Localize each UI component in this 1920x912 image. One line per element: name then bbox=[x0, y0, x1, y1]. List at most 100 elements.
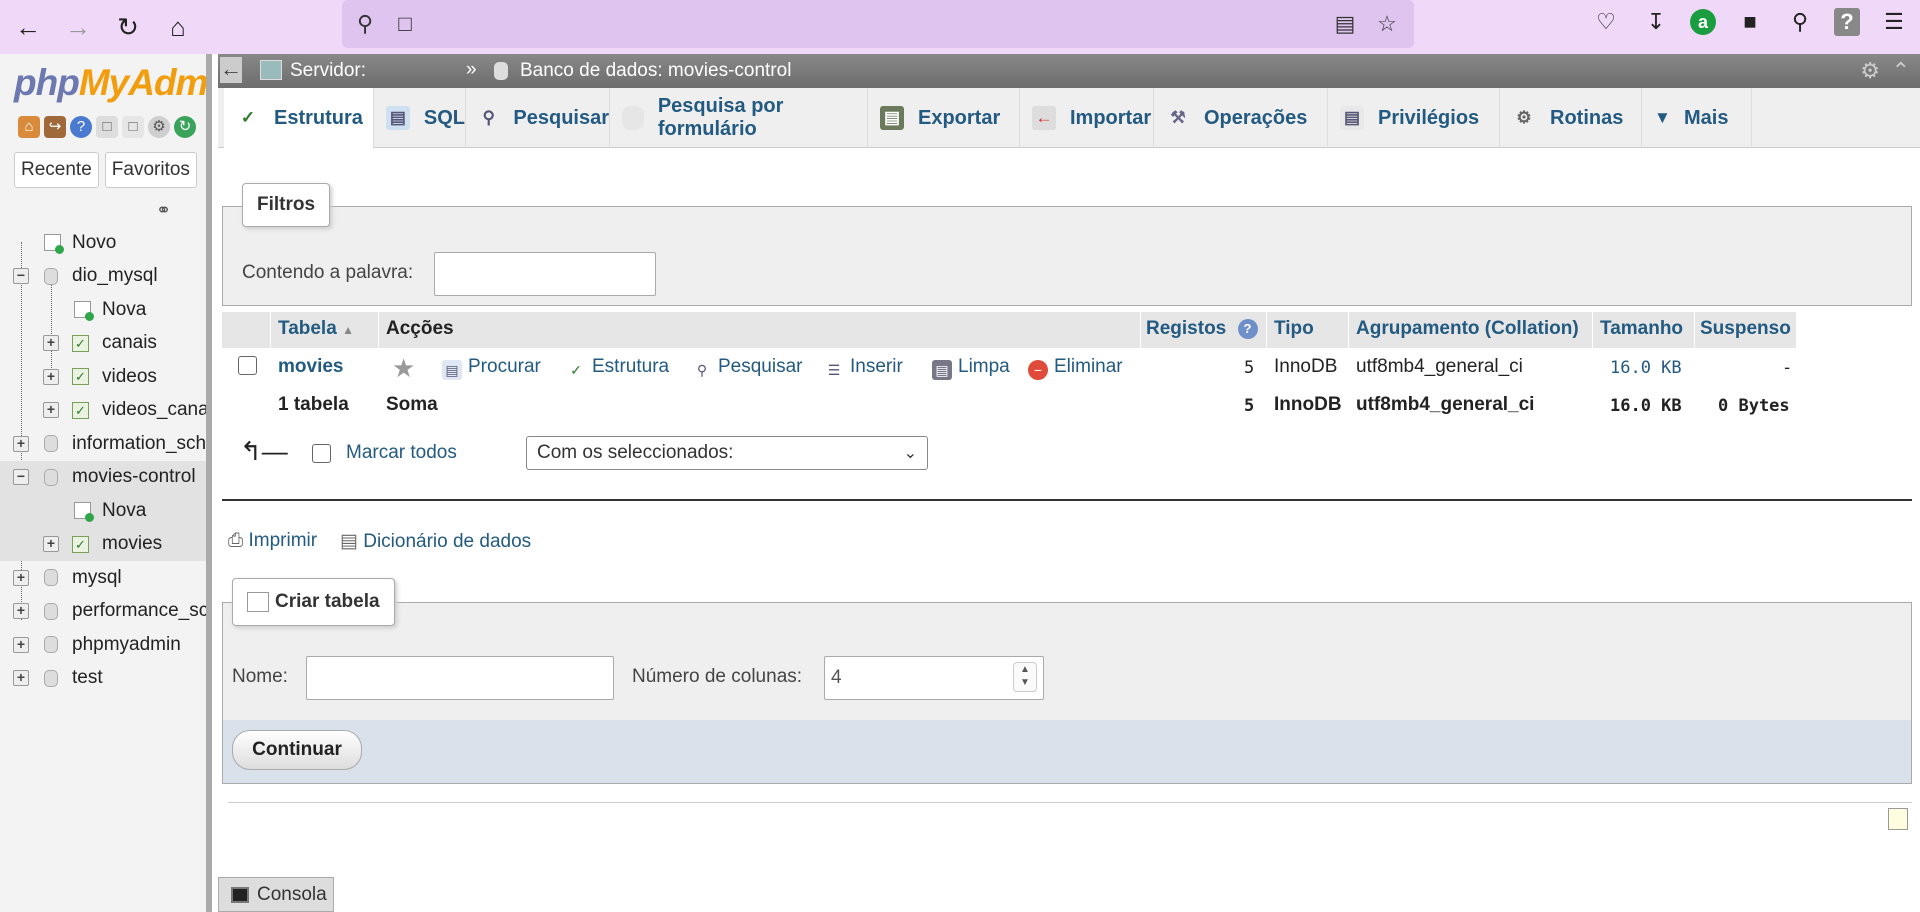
forward-icon[interactable]: → bbox=[56, 5, 100, 49]
expand-icon[interactable]: + bbox=[43, 335, 59, 352]
reload-icon[interactable]: ↻ bbox=[106, 5, 150, 49]
breadcrumb-database[interactable]: Banco de dados: movies-control bbox=[520, 60, 791, 82]
drop-link[interactable]: − Eliminar bbox=[1028, 356, 1123, 380]
shield-icon[interactable]: ⚲ bbox=[352, 11, 378, 37]
tab-mais[interactable]: ▼ Mais bbox=[1642, 88, 1752, 148]
recent-button[interactable]: Recente bbox=[14, 152, 99, 188]
tree-item-test[interactable]: + test bbox=[0, 662, 206, 696]
tree-item-videos[interactable]: + ✓ videos bbox=[0, 360, 206, 394]
expand-icon[interactable]: + bbox=[13, 636, 29, 653]
home-icon[interactable]: ⌂ bbox=[156, 5, 200, 49]
console-button[interactable]: Consola bbox=[218, 877, 334, 912]
collapse-top-icon[interactable]: ⌃ bbox=[1892, 58, 1910, 84]
tree-item-movies-control[interactable]: − movies-control bbox=[0, 460, 206, 494]
footer-tipo: InnoDB bbox=[1274, 394, 1342, 415]
database-icon bbox=[44, 669, 58, 687]
row-tamanho[interactable]: 16.0 KB bbox=[1610, 358, 1682, 378]
table-name-link[interactable]: movies bbox=[278, 356, 343, 378]
home-icon[interactable]: ⌂ bbox=[18, 116, 40, 138]
back-icon[interactable]: ← bbox=[6, 5, 50, 49]
favorite-star-icon[interactable]: ★ bbox=[392, 353, 415, 384]
download-icon[interactable]: ↧ bbox=[1640, 6, 1672, 38]
tab-exportar[interactable]: ▤ Exportar bbox=[868, 88, 1020, 148]
settings-icon[interactable]: ⚙ bbox=[148, 116, 170, 138]
extension-screen-icon[interactable]: ■ bbox=[1734, 6, 1766, 38]
extension-help-icon[interactable]: ? bbox=[1834, 8, 1860, 36]
table-name-input[interactable] bbox=[306, 656, 614, 700]
expand-icon[interactable]: + bbox=[43, 368, 59, 385]
reload-nav-icon[interactable]: ↻ bbox=[174, 116, 196, 138]
expand-icon[interactable]: + bbox=[13, 435, 29, 452]
filter-input[interactable] bbox=[434, 252, 656, 296]
header-registos[interactable]: Registos ? bbox=[1146, 312, 1258, 348]
tree-item-information-schema[interactable]: + information_sch bbox=[0, 427, 206, 461]
tree-item-dio-nova[interactable]: Nova bbox=[0, 293, 206, 327]
tab-privilegios[interactable]: ▤ Privilégios bbox=[1328, 88, 1500, 148]
tab-importar[interactable]: ← Importar bbox=[1020, 88, 1154, 148]
tree-item-dio-mysql[interactable]: − dio_mysql bbox=[0, 260, 206, 294]
favorites-button[interactable]: Favoritos bbox=[104, 152, 197, 188]
pocket-icon[interactable]: ♡ bbox=[1590, 6, 1622, 38]
expand-icon[interactable]: + bbox=[43, 402, 59, 419]
mark-all-checkbox[interactable] bbox=[312, 444, 331, 463]
tab-estrutura[interactable]: ✓ Estrutura bbox=[224, 88, 374, 149]
database-icon bbox=[44, 468, 58, 486]
tree-item-canais[interactable]: + ✓ canais bbox=[0, 327, 206, 361]
structure-link[interactable]: ✓ Estrutura bbox=[566, 356, 669, 380]
mark-all-label[interactable]: Marcar todos bbox=[346, 442, 457, 464]
tree-item-mysql[interactable]: + mysql bbox=[0, 561, 206, 595]
url-bar[interactable]: ⚲ □ ▤ ☆ bbox=[342, 0, 1414, 48]
collapse-nav-icon[interactable]: ← bbox=[220, 57, 242, 83]
columns-input[interactable]: 4 ▲ ▼ bbox=[824, 656, 1044, 700]
menu-icon[interactable]: ☰ bbox=[1878, 6, 1910, 38]
insert-link[interactable]: ☰ Inserir bbox=[824, 356, 903, 380]
expand-icon[interactable]: + bbox=[13, 603, 29, 620]
tree-item-videos-canais[interactable]: + ✓ videos_cana bbox=[0, 394, 206, 428]
row-checkbox[interactable] bbox=[238, 356, 257, 375]
help-icon[interactable]: ? bbox=[70, 116, 92, 138]
extension-a-icon[interactable]: a bbox=[1690, 9, 1716, 35]
tab-sql[interactable]: ▤ SQL bbox=[374, 88, 466, 148]
expand-icon[interactable]: + bbox=[13, 569, 29, 586]
search-link[interactable]: ⚲ Pesquisar bbox=[692, 356, 803, 380]
bookmark-star-icon[interactable]: ☆ bbox=[1374, 11, 1400, 37]
browse-link[interactable]: ▤ Procurar bbox=[442, 356, 541, 380]
continue-button[interactable]: Continuar bbox=[232, 730, 362, 770]
tab-operacoes[interactable]: ⚒ Operações bbox=[1154, 88, 1328, 148]
expand-icon[interactable]: + bbox=[43, 536, 59, 553]
header-tamanho[interactable]: Tamanho bbox=[1600, 312, 1683, 348]
collapse-icon[interactable]: − bbox=[13, 469, 29, 486]
breadcrumb-server[interactable]: Servidor: bbox=[290, 60, 366, 82]
extension-search-icon[interactable]: ⚲ bbox=[1784, 6, 1816, 38]
header-tabela[interactable]: Tabela ▲ bbox=[278, 312, 354, 348]
legend-label: Criar tabela bbox=[275, 591, 380, 612]
collapse-icon[interactable]: − bbox=[13, 268, 29, 285]
data-dictionary-link[interactable]: ▤ Dicionário de dados bbox=[340, 530, 531, 553]
with-selected-select[interactable]: Com os seleccionados: ⌄ bbox=[526, 436, 928, 470]
header-collation[interactable]: Agrupamento (Collation) bbox=[1356, 312, 1579, 348]
settings-icon[interactable]: ⚙ bbox=[1860, 58, 1880, 84]
link-icon[interactable]: ⚭ bbox=[156, 200, 171, 221]
tab-label: Privilégios bbox=[1378, 106, 1480, 129]
print-link[interactable]: ⎙ Imprimir bbox=[228, 530, 317, 552]
documentation-icon[interactable]: □ bbox=[96, 116, 118, 138]
tree-item-mc-nova[interactable]: Nova bbox=[0, 494, 206, 528]
logout-icon[interactable]: ↪ bbox=[44, 116, 66, 138]
empty-link[interactable]: ▤ Limpa bbox=[932, 356, 1010, 380]
tab-pesquisa-form[interactable]: Pesquisa por formulário bbox=[610, 88, 868, 148]
tree-item-performance-schema[interactable]: + performance_sc bbox=[0, 595, 206, 629]
tree-item-phpmyadmin[interactable]: + phpmyadmin bbox=[0, 628, 206, 662]
phpmyadmin-logo[interactable]: phpMyAdm bbox=[14, 62, 206, 104]
header-tipo[interactable]: Tipo bbox=[1274, 312, 1314, 348]
tree-item-novo[interactable]: Novo bbox=[0, 226, 206, 260]
docs-icon[interactable]: □ bbox=[122, 116, 144, 138]
help-icon[interactable]: ? bbox=[1237, 319, 1258, 339]
tab-pesquisar[interactable]: ⚲ Pesquisar bbox=[466, 88, 610, 148]
expand-icon[interactable]: + bbox=[13, 670, 29, 687]
page-settings-icon[interactable] bbox=[1888, 808, 1908, 830]
reader-view-icon[interactable]: ▤ bbox=[1332, 11, 1358, 37]
tree-item-movies[interactable]: + ✓ movies bbox=[0, 527, 206, 561]
header-suspenso[interactable]: Suspenso bbox=[1700, 312, 1791, 348]
tab-rotinas[interactable]: ⚙ Rotinas bbox=[1500, 88, 1642, 148]
number-stepper[interactable]: ▲ ▼ bbox=[1013, 662, 1037, 692]
